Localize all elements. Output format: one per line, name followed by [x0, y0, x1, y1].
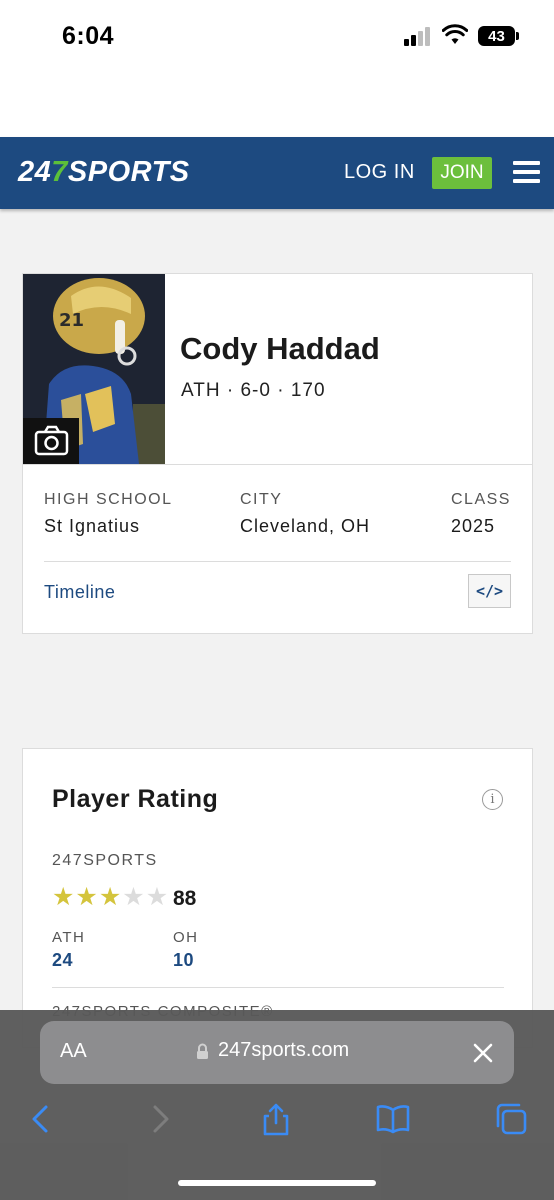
address-bar[interactable]: AA 247sports.com — [40, 1021, 514, 1084]
wifi-icon — [442, 24, 468, 44]
join-button[interactable]: JOIN — [432, 157, 492, 189]
divider — [52, 987, 504, 988]
position-rank-label: ATH — [52, 929, 86, 946]
camera-button[interactable] — [23, 418, 79, 464]
close-icon[interactable] — [471, 1041, 495, 1065]
rating-title: Player Rating — [52, 785, 219, 813]
divider — [44, 561, 511, 562]
cellular-signal-icon — [404, 26, 434, 46]
forward-icon[interactable] — [143, 1102, 177, 1136]
star-filled-icon: ★ — [98, 883, 122, 911]
timeline-link[interactable]: Timeline — [44, 582, 115, 603]
class-label: CLASS — [451, 491, 511, 508]
aa-label: AA — [60, 1040, 87, 1062]
status-bar: 6:04 43 — [0, 0, 554, 137]
star-empty-icon: ★ — [122, 883, 145, 911]
player-card: 21 Cody Haddad ATH · 6-0 · 170 HIGH SCHO… — [22, 273, 533, 634]
bookmarks-icon[interactable] — [376, 1102, 410, 1136]
embed-code-button[interactable]: </> — [468, 574, 511, 608]
city-label: CITY — [240, 491, 283, 508]
player-meta: ATH · 6-0 · 170 — [181, 380, 326, 401]
divider — [23, 464, 532, 465]
home-indicator — [178, 1180, 376, 1186]
site-logo[interactable]: 247SPORTS — [18, 156, 190, 189]
star-rating: ★ ★ ★ ★ ★ — [52, 884, 168, 911]
rating-source-label: 247SPORTS — [52, 852, 158, 869]
star-filled-icon: ★ — [52, 883, 75, 911]
high-school-value[interactable]: St Ignatius — [44, 516, 140, 537]
player-photo[interactable]: 21 — [23, 274, 165, 464]
tabs-icon[interactable] — [494, 1102, 528, 1136]
logo-num: 24 — [18, 156, 52, 188]
camera-icon — [34, 425, 69, 456]
player-rating-card: Player Rating i 247SPORTS ★ ★ ★ ★ ★ 88 ATH 2… — [22, 748, 533, 1048]
position-rank-value[interactable]: 24 — [52, 950, 73, 971]
player-name: Cody Haddad — [180, 331, 380, 366]
status-time: 6:04 — [62, 22, 115, 50]
login-link[interactable]: LOG IN — [344, 161, 415, 184]
svg-text:21: 21 — [59, 310, 84, 331]
city-value: Cleveland, OH — [240, 516, 371, 536]
rating-score: 88 — [173, 887, 197, 910]
reader-aa-button[interactable]: AA — [60, 1040, 87, 1063]
state-rank-label: OH — [173, 929, 199, 946]
high-school-label: HIGH SCHOOL — [44, 491, 173, 508]
star-filled-icon: ★ — [75, 883, 98, 911]
logo-word: SPORTS — [67, 156, 190, 188]
class-value: 2025 — [451, 516, 496, 536]
logo-seven: 7 — [51, 156, 68, 188]
battery-icon: 43 — [478, 26, 519, 46]
share-icon[interactable] — [259, 1102, 293, 1136]
star-empty-icon: ★ — [145, 883, 169, 911]
info-icon[interactable]: i — [482, 789, 503, 810]
state-rank-value[interactable]: 10 — [173, 950, 194, 971]
hamburger-menu-icon[interactable] — [513, 161, 540, 183]
site-header: 247SPORTS LOG IN JOIN — [0, 137, 554, 209]
battery-level: 43 — [488, 27, 505, 45]
lock-icon — [197, 1043, 208, 1059]
safari-toolbar: AA 247sports.com — [0, 1010, 554, 1200]
back-icon[interactable] — [24, 1102, 58, 1136]
url-text[interactable]: 247sports.com — [218, 1039, 349, 1062]
